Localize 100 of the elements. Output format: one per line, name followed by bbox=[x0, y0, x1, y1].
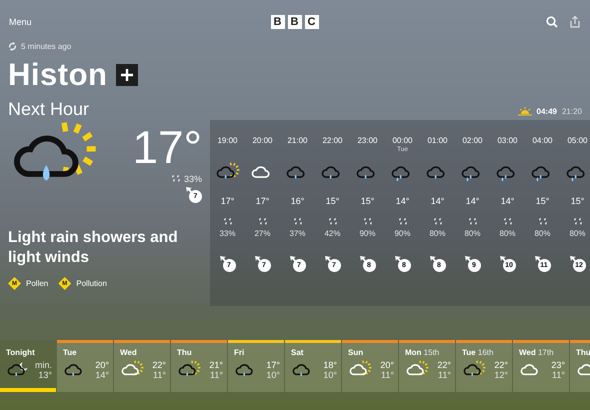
low-temperature: 14° bbox=[95, 370, 109, 380]
wind-arrow-icon bbox=[430, 256, 436, 262]
current-temperature: 17° bbox=[132, 124, 202, 170]
sunset-time: 21:20 bbox=[562, 107, 582, 116]
high-temperature: 23° bbox=[551, 360, 565, 370]
day-tab[interactable]: Wed 22° 11° bbox=[114, 340, 170, 392]
share-icon[interactable] bbox=[570, 16, 580, 28]
day-name: Mon 15th bbox=[405, 348, 440, 357]
hour-time: 01:00 bbox=[427, 136, 448, 146]
high-temperature: 22° bbox=[494, 360, 508, 370]
low-temperature: 12° bbox=[494, 370, 508, 380]
wind-arrow-icon bbox=[394, 256, 400, 262]
high-temperature: 22° bbox=[152, 360, 166, 370]
high-temperature: 20° bbox=[95, 360, 109, 370]
day-name: Fri bbox=[234, 348, 246, 357]
rain-chance: 33% bbox=[184, 174, 202, 184]
day-tab[interactable]: Wed 17th 23° 11° bbox=[513, 340, 569, 392]
wind-arrow-icon bbox=[500, 256, 506, 262]
badge-label: Pollen bbox=[26, 279, 48, 288]
rain-chance: 37% bbox=[289, 229, 306, 238]
hour-time: 04:00 bbox=[532, 136, 553, 146]
hour-time: 00:00 bbox=[392, 136, 413, 146]
high-temperature: 17° bbox=[266, 360, 280, 370]
hour-temperature: 17° bbox=[220, 196, 234, 206]
day-name: Tue bbox=[63, 348, 78, 357]
raindrops-icon bbox=[258, 218, 268, 227]
rain-chance: 80% bbox=[534, 229, 550, 238]
raindrops-icon bbox=[292, 218, 302, 227]
low-temperature: 10° bbox=[323, 370, 337, 380]
day-tab[interactable]: Sun 20° 11° bbox=[342, 340, 398, 392]
high-temperature: 20° bbox=[380, 360, 394, 370]
hour-temperature: 15° bbox=[326, 196, 340, 206]
raindrops-icon bbox=[572, 218, 582, 227]
hour-temperature: 14° bbox=[500, 196, 514, 206]
hour-time: 03:00 bbox=[497, 136, 518, 146]
day-tab[interactable]: Tue 20° 14° bbox=[57, 340, 113, 392]
sunrise-icon bbox=[518, 107, 532, 116]
hour-temperature: 14° bbox=[396, 196, 410, 206]
hour-time: 23:00 bbox=[357, 136, 378, 146]
hour-time: 05:00 bbox=[567, 136, 588, 146]
high-temperature: 18° bbox=[323, 360, 337, 370]
day-name: Sat bbox=[291, 348, 304, 357]
logo-block: B bbox=[270, 15, 284, 29]
refresh-icon bbox=[8, 42, 17, 51]
add-location-button[interactable] bbox=[116, 64, 138, 86]
wind-arrow-icon bbox=[534, 256, 540, 262]
logo-block: B bbox=[288, 15, 302, 29]
weather-description: Light rain showers and light winds bbox=[8, 228, 179, 268]
hour-time: 02:00 bbox=[462, 136, 483, 146]
hour-temperature: 17° bbox=[256, 196, 270, 206]
low-temperature: 11° bbox=[552, 370, 565, 380]
menu-link[interactable]: Menu bbox=[9, 17, 69, 27]
raindrops-icon bbox=[362, 218, 372, 227]
low-temperature: 11° bbox=[210, 370, 223, 380]
hour-temperature: 15° bbox=[536, 196, 550, 206]
raindrops-icon bbox=[170, 174, 181, 184]
rain-chance: 33% bbox=[219, 229, 236, 238]
search-icon[interactable] bbox=[546, 16, 558, 28]
raindrops-icon bbox=[398, 218, 408, 227]
hour-time: 19:00 bbox=[217, 136, 238, 146]
updated-time: 5 minutes ago bbox=[21, 42, 72, 51]
logo-block: C bbox=[304, 15, 318, 29]
raindrops-icon bbox=[328, 218, 338, 227]
section-title: Next Hour bbox=[8, 99, 90, 120]
rain-chance: 42% bbox=[324, 229, 340, 238]
day-name: Thu bbox=[177, 348, 193, 357]
high-temperature: 22° bbox=[437, 360, 451, 370]
day-tab[interactable]: Fri 17° 10° bbox=[228, 340, 284, 392]
day-tab[interactable]: Mon 15th 22° 11° bbox=[399, 340, 455, 392]
rain-chance: 90% bbox=[394, 229, 410, 238]
location-name: Histon bbox=[8, 57, 108, 93]
low-temperature: 11° bbox=[438, 370, 451, 380]
day-name: Thu bbox=[576, 348, 590, 357]
low-temperature: 11° bbox=[381, 370, 394, 380]
hour-time: 20:00 bbox=[252, 136, 273, 146]
min-label: min. bbox=[34, 360, 52, 370]
wind-arrow-icon bbox=[220, 256, 226, 262]
badge-label: Pollution bbox=[76, 279, 107, 288]
day-tab[interactable]: Tue 16th 22° 12° bbox=[456, 340, 512, 392]
plus-icon bbox=[121, 69, 134, 81]
low-temperature: 10° bbox=[266, 370, 280, 380]
sunrise-time: 04:49 bbox=[536, 107, 557, 116]
hour-temperature: 15° bbox=[570, 196, 584, 206]
raindrops-icon bbox=[468, 218, 478, 227]
day-tab[interactable]: Thu bbox=[570, 340, 590, 392]
raindrops-icon bbox=[222, 218, 232, 227]
low-temperature: 13° bbox=[38, 370, 52, 380]
hour-time: 22:00 bbox=[322, 136, 343, 146]
hour-temperature: 15° bbox=[360, 196, 374, 206]
high-temperature: 21° bbox=[209, 360, 223, 370]
hour-time: 21:00 bbox=[287, 136, 308, 146]
day-tab[interactable]: Thu 21° 11° bbox=[171, 340, 227, 392]
day-tab[interactable]: Sat 18° 10° bbox=[285, 340, 341, 392]
rain-chance: 80% bbox=[499, 229, 516, 238]
wind-arrow-icon bbox=[186, 187, 192, 193]
low-temperature: 11° bbox=[153, 370, 166, 380]
hour-temperature: 14° bbox=[430, 196, 444, 206]
day-tab[interactable]: Tonight min. 13° bbox=[0, 340, 56, 392]
rain-chance: 80% bbox=[464, 229, 480, 238]
rain-chance: 90% bbox=[359, 229, 376, 238]
